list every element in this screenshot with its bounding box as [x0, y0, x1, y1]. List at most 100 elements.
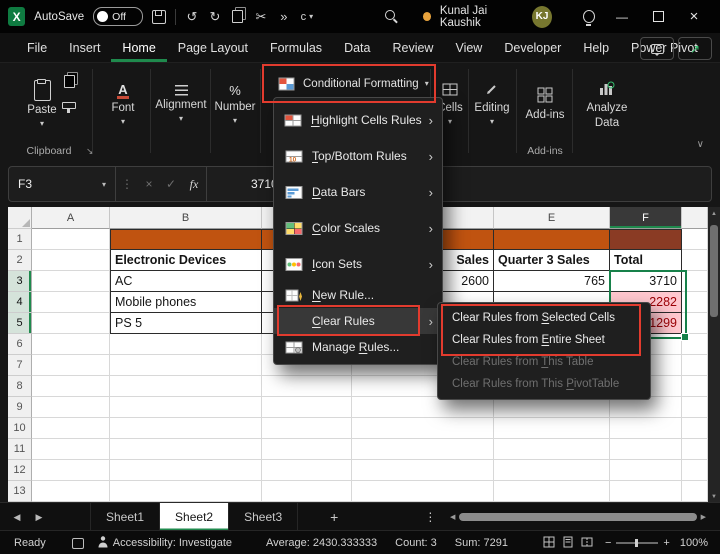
redo-button[interactable]: ↻: [208, 7, 222, 27]
menu-item-clear-entire-sheet[interactable]: Clear Rules from Entire Sheet: [438, 329, 650, 351]
cell-G5[interactable]: [682, 313, 708, 334]
cell[interactable]: [682, 397, 708, 418]
copy-button[interactable]: [231, 7, 245, 27]
row-header-1[interactable]: 1: [8, 229, 32, 250]
cell[interactable]: [110, 355, 262, 376]
tab-sheet3[interactable]: Sheet3: [229, 503, 298, 531]
paste-button[interactable]: Paste ▾: [22, 69, 62, 139]
menu-item-clear-rules[interactable]: Clear Rules ›: [274, 308, 442, 334]
menu-item-highlight-cells-rules[interactable]: Highlight Cells Rules ›: [274, 102, 442, 138]
tab-insert[interactable]: Insert: [58, 33, 111, 62]
collapse-ribbon-icon[interactable]: ∨: [697, 139, 704, 150]
cell[interactable]: [262, 397, 352, 418]
menu-item-top-bottom-rules[interactable]: 10 Top/Bottom Rules ›: [274, 138, 442, 174]
select-all-corner[interactable]: [8, 207, 32, 229]
horizontal-scrollbar[interactable]: ◀ ▶: [450, 512, 706, 522]
cell[interactable]: [32, 334, 110, 355]
cell[interactable]: [494, 418, 610, 439]
row-header-4[interactable]: 4: [8, 292, 32, 313]
scroll-down-icon[interactable]: ▼: [708, 494, 720, 500]
tab-view[interactable]: View: [444, 33, 493, 62]
cell[interactable]: [352, 418, 494, 439]
row-header-2[interactable]: 2: [8, 250, 32, 271]
cell-B2[interactable]: Electronic Devices: [110, 250, 262, 271]
cell[interactable]: [262, 418, 352, 439]
cell[interactable]: [32, 355, 110, 376]
cell[interactable]: [32, 397, 110, 418]
analyze-data-button[interactable]: Analyze Data: [576, 69, 638, 139]
zoom-slider-thumb[interactable]: [635, 539, 638, 547]
sheet-nav-prev-icon[interactable]: ◀: [6, 512, 28, 523]
cell-G4[interactable]: [682, 292, 708, 313]
tab-developer[interactable]: Developer: [493, 33, 572, 62]
tab-overflow-button[interactable]: ⋮: [424, 510, 436, 524]
zoom-level[interactable]: 100%: [680, 537, 708, 549]
user-avatar[interactable]: KJ: [532, 6, 552, 28]
cell[interactable]: [682, 481, 708, 502]
row-header-11[interactable]: 11: [8, 439, 32, 460]
row-header-6[interactable]: 6: [8, 334, 32, 355]
menu-item-clear-selected-cells[interactable]: Clear Rules from Selected Cells: [438, 307, 650, 329]
cell[interactable]: [110, 397, 262, 418]
cell[interactable]: [110, 334, 262, 355]
cell-B3[interactable]: AC: [110, 271, 262, 292]
undo-button[interactable]: ↺: [185, 7, 199, 27]
qat-dropdown-button[interactable]: c▾: [300, 7, 314, 27]
cut-button[interactable]: ✂: [254, 7, 268, 27]
copy-button[interactable]: [64, 75, 75, 88]
col-header-F[interactable]: F: [610, 207, 682, 229]
menu-item-color-scales[interactable]: Color Scales ›: [274, 210, 442, 246]
cell-B5[interactable]: PS 5: [110, 313, 262, 334]
cell[interactable]: [352, 460, 494, 481]
cell[interactable]: [32, 376, 110, 397]
menu-item-data-bars[interactable]: Data Bars ›: [274, 174, 442, 210]
cell[interactable]: [110, 460, 262, 481]
user-name[interactable]: Kunal Jai Kaushik: [440, 5, 523, 29]
cell-B4[interactable]: Mobile phones: [110, 292, 262, 313]
qat-overflow-button[interactable]: »: [277, 7, 291, 27]
row-header-10[interactable]: 10: [8, 418, 32, 439]
row-header-5[interactable]: 5: [8, 313, 32, 334]
cell-G1[interactable]: [682, 229, 708, 250]
tab-help[interactable]: Help: [572, 33, 620, 62]
page-layout-view-icon[interactable]: [562, 536, 574, 551]
scroll-left-icon[interactable]: ◀: [450, 513, 455, 521]
menu-item-icon-sets[interactable]: Icon Sets ›: [274, 246, 442, 282]
minimize-button[interactable]: —: [604, 0, 640, 33]
tab-sheet2[interactable]: Sheet2: [160, 503, 229, 531]
cell[interactable]: [352, 397, 494, 418]
row-header-12[interactable]: 12: [8, 460, 32, 481]
tab-sheet1[interactable]: Sheet1: [90, 503, 160, 531]
alignment-group-button[interactable]: Alignment ▾: [154, 69, 208, 139]
cell[interactable]: [262, 481, 352, 502]
cell[interactable]: [32, 481, 110, 502]
comments-button[interactable]: [640, 37, 674, 60]
menu-item-new-rule[interactable]: New Rule...: [274, 282, 442, 308]
cell-A5[interactable]: [32, 313, 110, 334]
editing-group-button[interactable]: Editing ▾: [470, 69, 514, 139]
cell[interactable]: [682, 355, 708, 376]
share-button[interactable]: ↗: [678, 37, 712, 60]
macro-record-icon[interactable]: [72, 538, 84, 549]
zoom-in-button[interactable]: +: [663, 537, 669, 549]
format-painter-button[interactable]: [62, 102, 76, 109]
maximize-button[interactable]: [640, 0, 676, 33]
accessibility-status[interactable]: Accessibility: Investigate: [98, 536, 232, 551]
row-header-3[interactable]: 3: [8, 271, 32, 292]
cell-G3[interactable]: [682, 271, 708, 292]
cell-F3-active[interactable]: 3710: [610, 271, 682, 292]
menu-item-manage-rules[interactable]: Manage Rules...: [274, 334, 442, 360]
conditional-formatting-button[interactable]: Conditional Formatting ▾: [268, 70, 436, 97]
cell[interactable]: [610, 460, 682, 481]
add-ins-button[interactable]: Add-ins: [520, 69, 570, 139]
insert-function-button[interactable]: fx: [182, 177, 206, 192]
cell[interactable]: [682, 418, 708, 439]
row-header-9[interactable]: 9: [8, 397, 32, 418]
tab-file[interactable]: File: [16, 33, 58, 62]
cell[interactable]: [610, 481, 682, 502]
cell-G2[interactable]: [682, 250, 708, 271]
vertical-scrollbar-thumb[interactable]: [710, 225, 718, 317]
col-header-E[interactable]: E: [494, 207, 610, 229]
cell-E1[interactable]: [494, 229, 610, 250]
vertical-scrollbar[interactable]: ▲ ▼: [708, 207, 720, 502]
